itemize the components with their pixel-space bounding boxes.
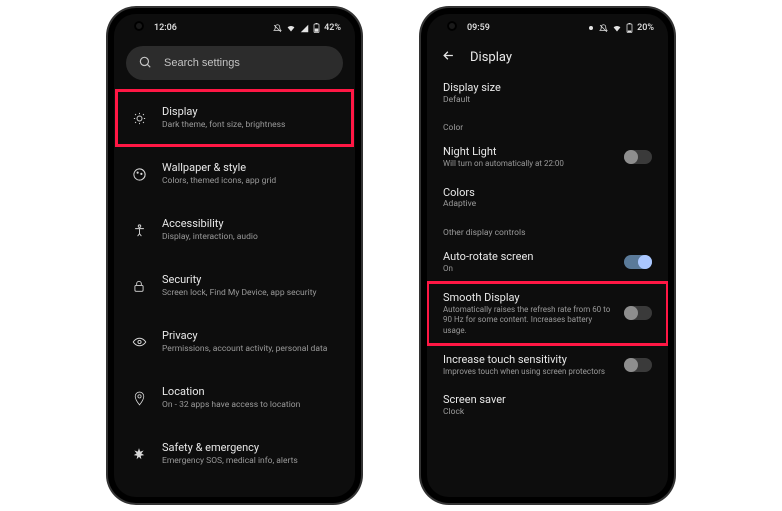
- settings-item-privacy[interactable]: Privacy Permissions, account activity, p…: [116, 314, 353, 370]
- back-button[interactable]: [441, 48, 456, 67]
- auto-rotate-row[interactable]: Auto-rotate screen On: [427, 242, 668, 282]
- settings-item-security[interactable]: Security Screen lock, Find My Device, ap…: [116, 258, 353, 314]
- item-sub: Display, interaction, audio: [162, 232, 339, 243]
- battery-icon: [313, 23, 320, 33]
- status-time: 09:59: [467, 23, 490, 33]
- row-sub: Adaptive: [443, 199, 652, 210]
- row-title: Night Light: [443, 145, 614, 159]
- item-title: Safety & emergency: [162, 441, 339, 455]
- item-title: Security: [162, 273, 339, 287]
- row-title: Increase touch sensitivity: [443, 353, 614, 367]
- item-sub: Colors, themed icons, app grid: [162, 176, 339, 187]
- status-bar: 09:59 20%: [427, 14, 668, 40]
- screen-saver-row[interactable]: Screen saver Clock: [427, 385, 668, 425]
- row-sub: Improves touch when using screen protect…: [443, 367, 614, 377]
- settings-item-display[interactable]: Display Dark theme, font size, brightnes…: [116, 90, 353, 146]
- smooth-display-row[interactable]: Smooth Display Automatically raises the …: [427, 282, 668, 345]
- row-sub: Clock: [443, 407, 652, 418]
- search-input[interactable]: [162, 56, 331, 70]
- settings-item-accessibility[interactable]: Accessibility Display, interaction, audi…: [116, 202, 353, 258]
- status-bar: 12:06 42%: [114, 14, 355, 40]
- section-other: Other display controls: [427, 218, 668, 242]
- item-title: Location: [162, 385, 339, 399]
- row-title: Display size: [443, 81, 652, 95]
- row-title: Screen saver: [443, 393, 652, 407]
- wifi-icon: [612, 24, 622, 33]
- phone-left: 12:06 42%: [108, 8, 361, 503]
- location-icon: [130, 391, 148, 406]
- row-sub: Automatically raises the refresh rate fr…: [443, 305, 614, 336]
- search-settings-bar[interactable]: [126, 46, 343, 80]
- battery-icon: [626, 23, 633, 33]
- row-sub: On: [443, 264, 614, 274]
- touch-sensitivity-row[interactable]: Increase touch sensitivity Improves touc…: [427, 345, 668, 385]
- row-sub: Default: [443, 95, 652, 106]
- item-sub: Emergency SOS, medical info, alerts: [162, 456, 339, 467]
- emergency-icon: [130, 447, 148, 461]
- row-title: Smooth Display: [443, 291, 614, 305]
- lock-icon: [130, 279, 148, 293]
- settings-item-passwords[interactable]: Passwords & accounts Saved passwords, au…: [116, 482, 353, 497]
- settings-item-wallpaper[interactable]: Wallpaper & style Colors, themed icons, …: [116, 146, 353, 202]
- item-title: Wallpaper & style: [162, 161, 339, 175]
- battery-percent: 42%: [324, 23, 341, 33]
- night-light-toggle[interactable]: [624, 150, 652, 164]
- row-title: Colors: [443, 186, 652, 200]
- page-title: Display: [470, 50, 512, 65]
- colors-row[interactable]: Colors Adaptive: [427, 178, 668, 218]
- display-size-row[interactable]: Display size Default: [427, 73, 668, 113]
- item-title: Display: [162, 105, 339, 119]
- settings-item-safety[interactable]: Safety & emergency Emergency SOS, medica…: [116, 426, 353, 482]
- wifi-icon: [286, 24, 296, 33]
- display-icon: [130, 111, 148, 126]
- signal-icon: [300, 24, 309, 33]
- item-sub: Permissions, account activity, personal …: [162, 344, 339, 355]
- item-sub: On - 32 apps have access to location: [162, 400, 339, 411]
- row-sub: Will turn on automatically at 22:00: [443, 159, 614, 169]
- phone-right: 09:59 20% Display: [421, 8, 674, 503]
- accessibility-icon: [130, 223, 148, 238]
- touch-sensitivity-toggle[interactable]: [624, 358, 652, 372]
- item-sub: Dark theme, font size, brightness: [162, 120, 339, 131]
- search-icon: [138, 54, 152, 73]
- settings-item-location[interactable]: Location On - 32 apps have access to loc…: [116, 370, 353, 426]
- item-title: Privacy: [162, 329, 339, 343]
- wallpaper-icon: [130, 167, 148, 182]
- privacy-icon: [130, 336, 148, 348]
- item-title: Accessibility: [162, 217, 339, 231]
- auto-rotate-toggle[interactable]: [624, 255, 652, 269]
- dnd-icon: [273, 24, 282, 33]
- item-sub: Screen lock, Find My Device, app securit…: [162, 288, 339, 299]
- row-title: Auto-rotate screen: [443, 250, 614, 264]
- page-header: Display: [427, 40, 668, 73]
- dnd-icon: [599, 24, 608, 33]
- smooth-display-toggle[interactable]: [624, 306, 652, 320]
- status-time: 12:06: [154, 23, 177, 33]
- camera-dot-icon: [587, 24, 595, 32]
- night-light-row[interactable]: Night Light Will turn on automatically a…: [427, 137, 668, 177]
- battery-percent: 20%: [637, 23, 654, 33]
- section-color: Color: [427, 113, 668, 137]
